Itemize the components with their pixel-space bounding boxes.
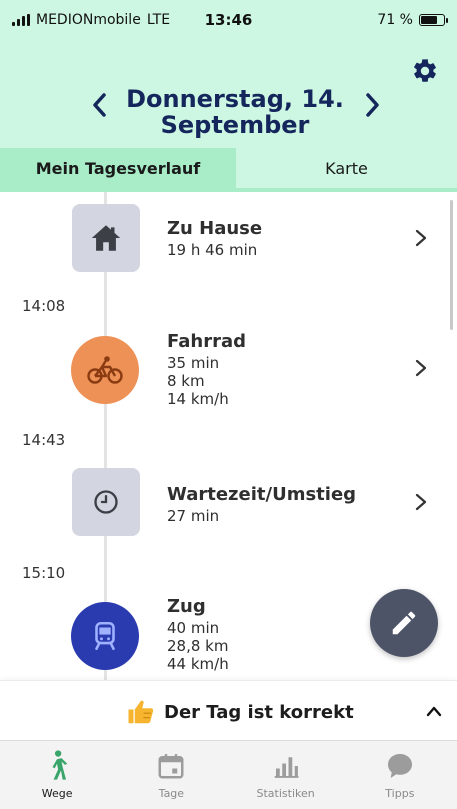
house-icon [91, 225, 121, 251]
next-day-button[interactable] [360, 90, 384, 120]
clock-icon [94, 490, 118, 514]
list-item[interactable]: Wartezeit/Umstieg 27 min [167, 484, 356, 525]
entry-duration: 19 h 46 min [167, 241, 258, 259]
chevron-right-icon[interactable] [414, 492, 428, 512]
battery-info: 71 % [377, 12, 448, 28]
entry-title: Zug [167, 596, 206, 617]
battery-icon [419, 14, 448, 26]
chevron-up-icon[interactable] [426, 705, 442, 717]
bottom-nav: Wege Tage Statistiken Tipps [0, 740, 457, 809]
thumbs-up-icon [128, 700, 154, 724]
battery-percent: 71 % [377, 12, 413, 28]
entry-duration: 35 min [167, 354, 220, 372]
nav-item-tipps[interactable]: Tipps [343, 741, 457, 809]
confirm-day-bar[interactable]: Der Tag ist korrekt [0, 680, 457, 740]
bike-icon-circle [71, 336, 139, 404]
status-bar: MEDIONmobile LTE 13:46 71 % [0, 0, 457, 40]
entry-speed: 14 km/h [167, 390, 229, 408]
chevron-right-icon[interactable] [414, 228, 428, 248]
tab-karte[interactable]: Karte [236, 148, 457, 188]
entry-duration: 27 min [167, 507, 220, 525]
confirm-day-label: Der Tag ist korrekt [164, 701, 354, 723]
nav-label: Wege [41, 787, 73, 800]
entry-title: Fahrrad [167, 331, 246, 352]
nav-label: Tage [158, 787, 185, 800]
list-item[interactable]: Zu Hause 19 h 46 min [167, 218, 262, 259]
pencil-icon [392, 611, 416, 635]
list-item[interactable]: Zug 40 min 28,8 km 44 km/h [167, 596, 229, 673]
time-label: 14:08 [22, 297, 66, 315]
edit-button[interactable] [370, 589, 438, 657]
previous-day-button[interactable] [88, 90, 112, 120]
nav-label: Tipps [385, 787, 415, 800]
calendar-icon [155, 749, 187, 783]
walking-icon [41, 749, 73, 783]
nav-item-wege[interactable]: Wege [0, 741, 114, 809]
nav-item-statistiken[interactable]: Statistiken [229, 741, 343, 809]
nav-label: Statistiken [256, 787, 315, 800]
entry-distance: 28,8 km [167, 637, 229, 655]
bicycle-icon [87, 356, 123, 384]
confirm-day-content: Der Tag ist korrekt [126, 697, 354, 727]
wait-icon-box [72, 468, 140, 536]
entry-speed: 44 km/h [167, 655, 229, 673]
list-item[interactable]: Fahrrad 35 min 8 km 14 km/h [167, 331, 246, 408]
bar-chart-icon [270, 749, 302, 783]
speech-bubble-icon [384, 749, 416, 783]
nav-item-tage[interactable]: Tage [114, 741, 228, 809]
chevron-right-icon[interactable] [414, 358, 428, 378]
stay-icon-box [72, 204, 140, 272]
gear-icon[interactable] [411, 57, 439, 85]
tab-bar: Mein Tagesverlauf Karte [0, 148, 457, 192]
time-label: 14:43 [22, 431, 66, 449]
header: Donnerstag, 14. September [0, 40, 457, 148]
date-title: Donnerstag, 14. September [126, 85, 344, 139]
scrollbar[interactable] [450, 200, 453, 330]
train-icon-circle [71, 602, 139, 670]
entry-duration: 40 min [167, 619, 220, 637]
entry-distance: 8 km [167, 372, 205, 390]
entry-title: Zu Hause [167, 218, 263, 239]
tab-mein-tagesverlauf[interactable]: Mein Tagesverlauf [0, 148, 236, 188]
entry-title: Wartezeit/Umstieg [167, 484, 357, 505]
train-icon [95, 621, 115, 651]
time-label: 15:10 [22, 564, 66, 582]
